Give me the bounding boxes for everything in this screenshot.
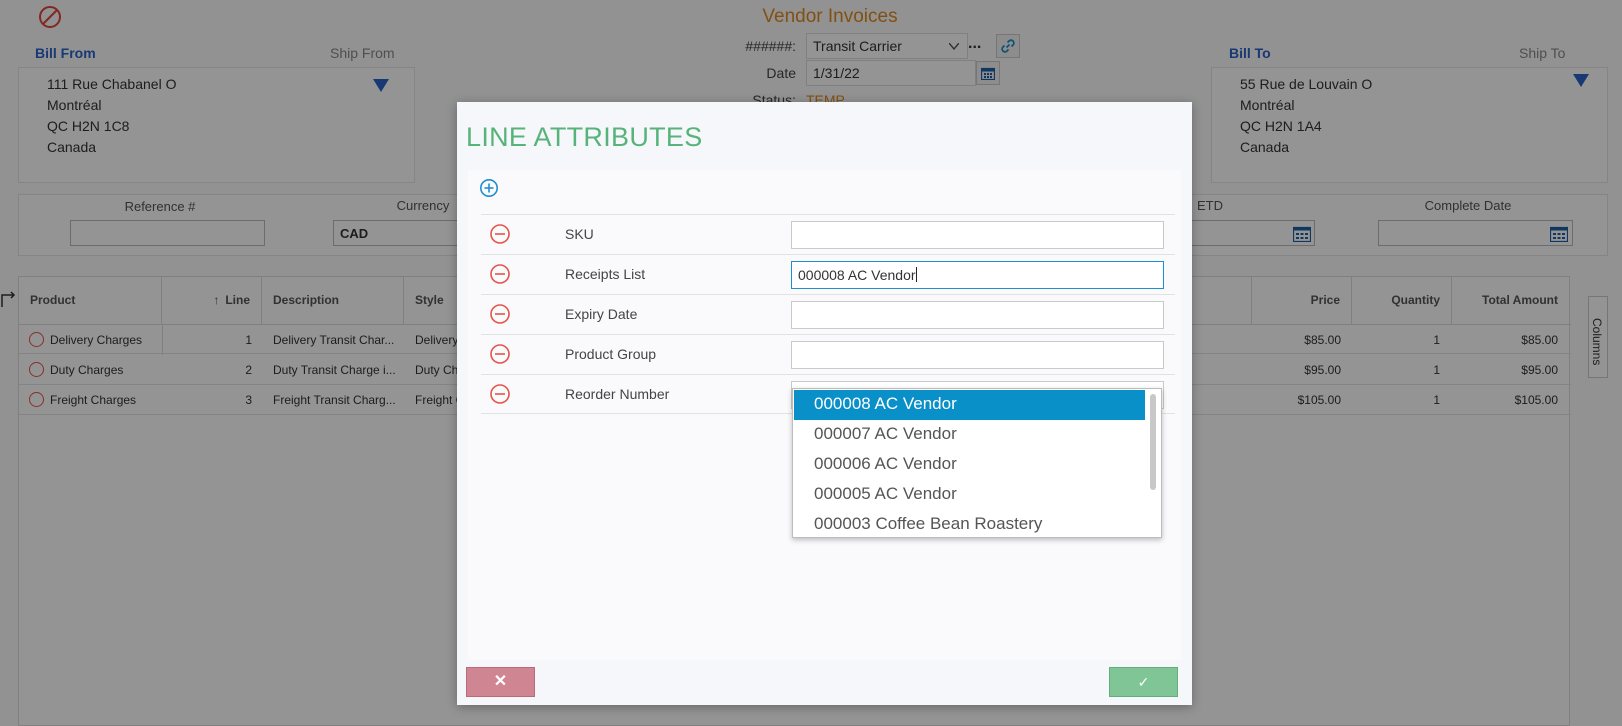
attribute-label: Expiry Date [565, 306, 638, 322]
text-caret [915, 267, 917, 282]
attribute-label: SKU [565, 226, 594, 242]
line-attributes-dialog: LINE ATTRIBUTES SKU Receipts List 000008… [457, 102, 1192, 705]
attribute-label: Reorder Number [565, 386, 670, 402]
attribute-label: Receipts List [565, 266, 646, 282]
remove-attribute-icon[interactable] [489, 343, 511, 365]
sku-input[interactable] [791, 221, 1164, 249]
attribute-label: Product Group [565, 346, 657, 362]
dialog-body: SKU Receipts List 000008 AC Vendor Expir… [468, 170, 1181, 660]
receipts-list-input[interactable]: 000008 AC Vendor [791, 261, 1164, 289]
dropdown-option[interactable]: 000005 AC Vendor [794, 480, 1145, 510]
cancel-button[interactable]: ✕ [466, 667, 535, 697]
expiry-date-input[interactable] [791, 301, 1164, 329]
remove-attribute-icon[interactable] [489, 383, 511, 405]
dropdown-option[interactable]: 000006 AC Vendor [794, 450, 1145, 480]
attribute-row-receipts-list: Receipts List 000008 AC Vendor [481, 254, 1175, 294]
dropdown-option[interactable]: 000003 Coffee Bean Roastery [794, 510, 1145, 537]
remove-attribute-icon[interactable] [489, 303, 511, 325]
attribute-row-product-group: Product Group [481, 334, 1175, 374]
dropdown-scrollbar[interactable] [1150, 394, 1156, 490]
dialog-title: LINE ATTRIBUTES [466, 122, 703, 152]
receipts-list-dropdown: 000008 AC Vendor 000007 AC Vendor 000006… [792, 388, 1162, 538]
confirm-button[interactable]: ✓ [1109, 667, 1178, 697]
receipts-list-value: 000008 AC Vendor [798, 267, 916, 283]
remove-attribute-icon[interactable] [489, 263, 511, 285]
dropdown-option[interactable]: 000008 AC Vendor [794, 390, 1145, 420]
remove-attribute-icon[interactable] [489, 223, 511, 245]
attribute-row-expiry-date: Expiry Date [481, 294, 1175, 334]
attribute-row-sku: SKU [481, 214, 1175, 254]
add-attribute-icon[interactable] [479, 178, 499, 198]
dropdown-option[interactable]: 000007 AC Vendor [794, 420, 1145, 450]
product-group-input[interactable] [791, 341, 1164, 369]
